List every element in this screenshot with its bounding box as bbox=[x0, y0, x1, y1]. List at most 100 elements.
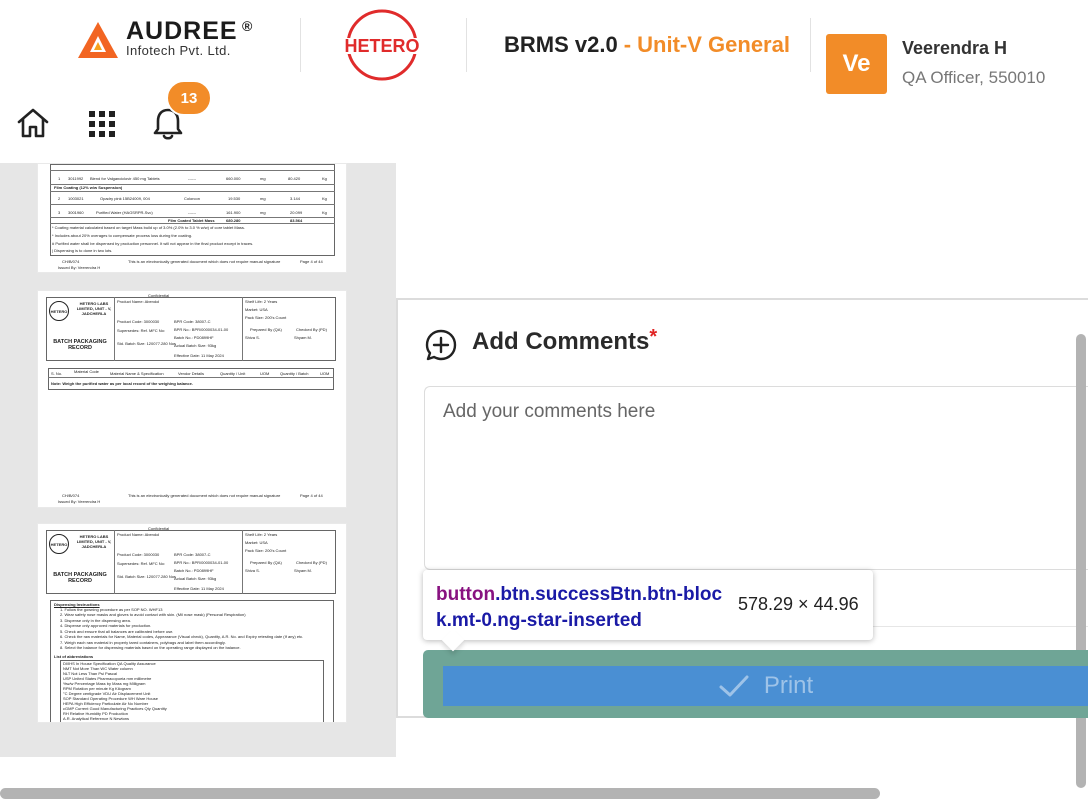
note-line: * Coating material calculated based on t… bbox=[52, 225, 245, 230]
row-qty-batch: 80.420 bbox=[288, 176, 301, 181]
page: AUDREE Infotech Pvt. Ltd. ® HETERO BRMS … bbox=[0, 0, 1088, 800]
audree-logo: AUDREE Infotech Pvt. Ltd. ® bbox=[76, 17, 252, 62]
page-thumbnail[interactable]: Confidential HETERO HETERO LABS LIMITED,… bbox=[37, 290, 347, 508]
user-role: QA Officer, 550010 bbox=[902, 68, 1046, 87]
effective-date: Effective Date: 11 May 2024 bbox=[174, 586, 224, 591]
avatar[interactable]: Ve bbox=[826, 34, 887, 94]
instruction-step: 6. Check the raw materials for Name, Mat… bbox=[60, 634, 304, 639]
row-sno: 2 bbox=[58, 196, 61, 201]
header-divider bbox=[300, 18, 301, 72]
registered-mark: ® bbox=[242, 18, 253, 34]
bpr-code: BPR Code: 38007-C bbox=[174, 319, 211, 324]
devtools-inspector-tooltip: button.btn.successBtn.btn-block.mt-0.ng-… bbox=[423, 570, 873, 652]
row-qty: 660.000 bbox=[226, 176, 241, 181]
page-thumbnail[interactable]: Confidential HETERO HETERO LABS LIMITED,… bbox=[37, 523, 347, 723]
doc-title: BATCH PACKAGING RECORD bbox=[53, 339, 107, 351]
row-code: 3011992 bbox=[68, 176, 84, 181]
instruction-step: 8. Select the balance for dispensing mat… bbox=[60, 645, 241, 650]
product-name: Product Name: Abendol bbox=[117, 299, 160, 304]
add-comments-label: Add Comments bbox=[472, 328, 650, 355]
row-unit: Kg bbox=[322, 196, 327, 201]
prepared-by: Prepared By (QA) bbox=[250, 560, 282, 565]
footer-page: Page 4 of 44 bbox=[300, 493, 323, 498]
vertical-scrollbar[interactable] bbox=[1076, 334, 1086, 788]
notification-count-badge[interactable]: 13 bbox=[166, 80, 212, 116]
row-sno: 3 bbox=[58, 210, 61, 215]
checked-name: Shyam M. bbox=[294, 335, 313, 340]
bpr-no: BPR No.: BPR/0000034-01-00 bbox=[174, 327, 229, 332]
hetero-mini-logo: HETERO bbox=[49, 301, 69, 321]
selector-tag: button bbox=[436, 584, 496, 605]
pack-size: Pack Size: 200's Count bbox=[245, 315, 287, 320]
market: Market: USA bbox=[245, 540, 268, 545]
note-line: Note: Weigh the purified water as per lo… bbox=[51, 381, 193, 386]
app-title: BRMS v2.0- Unit-V General bbox=[504, 32, 790, 58]
checked-name: Shyam M. bbox=[294, 568, 313, 573]
comments-textarea[interactable] bbox=[424, 386, 1088, 570]
col-header: Material Name & Specification bbox=[110, 371, 164, 376]
row-qty: 161.900 bbox=[226, 210, 241, 215]
element-selector: button.btn.successBtn.btn-block.mt-0.ng-… bbox=[436, 582, 726, 634]
col-header: Quantity / Unit bbox=[220, 371, 246, 376]
bpr-no: BPR No.: BPR/0000034-01-00 bbox=[174, 560, 229, 565]
document-preview-pane[interactable]: 1 3011992 Blend for Valganciclovir 450 m… bbox=[0, 163, 396, 757]
row-uom: mg bbox=[260, 210, 266, 215]
header-divider bbox=[466, 18, 467, 72]
footer-page: Page 4 of 44 bbox=[300, 259, 323, 264]
row-uom: mg bbox=[260, 176, 266, 181]
row-unit: Kg bbox=[322, 176, 327, 181]
print-button-label: Print bbox=[763, 672, 814, 699]
actual-batch: Actual Batch Size: 93kg bbox=[174, 576, 217, 581]
prepared-name: Shiva S. bbox=[245, 568, 260, 573]
effective-date: Effective Date: 11 May 2024 bbox=[174, 353, 224, 358]
shelf-life: Shelf Life: 2 Years bbox=[245, 299, 278, 304]
instruction-step: 4. Dispense only approved materials for … bbox=[60, 623, 152, 628]
batch-no: Batch No.: PD0899HF bbox=[174, 568, 214, 573]
row-name: Purified Water (HAGSRPR-Svc) bbox=[96, 210, 153, 215]
col-header: Material Code bbox=[74, 369, 99, 374]
company-name: HETERO LABS LIMITED, UNIT - V, JADCHERLA bbox=[76, 534, 112, 549]
footer-mid: This is an electronically generated docu… bbox=[128, 259, 281, 264]
col-header: UOM bbox=[320, 371, 330, 376]
row-code: 1003021 bbox=[68, 196, 84, 201]
abbreviations-title: List of abbreviations bbox=[54, 654, 94, 659]
header-divider bbox=[810, 18, 811, 72]
supersedes: Supersedes: Ref. MFC No: bbox=[117, 328, 166, 333]
row-vendor: ------ bbox=[188, 210, 196, 215]
market: Market: USA bbox=[245, 307, 268, 312]
page-thumbnail[interactable]: 1 3011992 Blend for Valganciclovir 450 m… bbox=[37, 163, 347, 273]
supersedes: Supersedes: Ref. MFC No: bbox=[117, 561, 166, 566]
horizontal-scrollbar[interactable] bbox=[0, 788, 880, 799]
apps-grid-icon[interactable] bbox=[86, 108, 116, 138]
product-name: Product Name: Abendol bbox=[117, 532, 160, 537]
required-indicator: * bbox=[649, 326, 658, 348]
row-uom: mg bbox=[260, 196, 266, 201]
pack-size: Pack Size: 200's Count bbox=[245, 548, 287, 553]
print-button[interactable]: Print bbox=[443, 666, 1088, 706]
batch-no: Batch No.: PD0899HF bbox=[174, 335, 214, 340]
home-icon[interactable] bbox=[16, 106, 50, 140]
footer-code: CH/B/074 bbox=[62, 259, 80, 264]
col-header: UOM bbox=[260, 371, 270, 376]
checked-by: Checked By (PD) bbox=[296, 560, 327, 565]
row-unit: Kg bbox=[322, 210, 327, 215]
product-code: Product Code: 3000030 bbox=[117, 552, 160, 557]
batch-size: Std. Batch Size: 120077.280 Nos bbox=[117, 341, 176, 346]
audree-logo-mark-icon bbox=[78, 22, 118, 58]
footer-mid: This is an electronically generated docu… bbox=[128, 493, 281, 498]
doc-title: BATCH PACKAGING RECORD bbox=[53, 572, 107, 584]
note-line: # Purified water shall be dispensed by p… bbox=[52, 241, 254, 246]
hetero-mini-logo: HETERO bbox=[49, 534, 69, 554]
footer-issued: Issued By: Veerendra H bbox=[58, 265, 101, 270]
row-qty-batch: 3.144 bbox=[290, 196, 301, 201]
row-vendor: Colorcon bbox=[184, 196, 201, 201]
section-label: Film Coating (12% w/w Suspension) bbox=[54, 185, 123, 190]
add-comment-icon bbox=[425, 329, 457, 361]
company-name: HETERO LABS LIMITED, UNIT - V, JADCHERLA bbox=[76, 301, 112, 316]
row-vendor: ------ bbox=[188, 176, 196, 181]
brand-name: AUDREE bbox=[126, 17, 238, 45]
user-name: Veerendra H bbox=[902, 38, 1008, 58]
brand-subtitle: Infotech Pvt. Ltd. bbox=[126, 43, 231, 58]
svg-text:HETERO: HETERO bbox=[344, 36, 419, 56]
col-header: Quantity / Batch bbox=[280, 371, 309, 376]
